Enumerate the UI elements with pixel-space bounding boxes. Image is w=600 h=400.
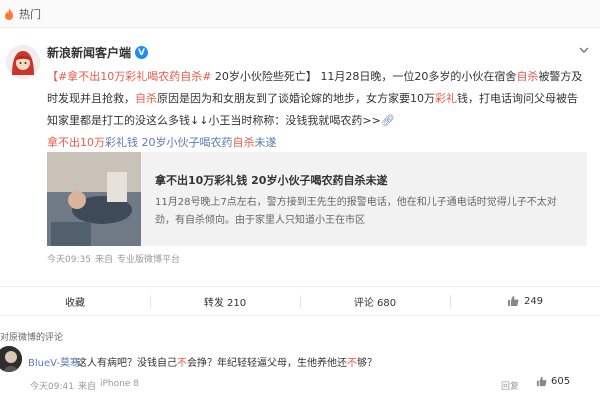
like-count: 249 (523, 295, 544, 307)
author-row: 新浪新闻客户端 V (47, 44, 149, 61)
comment-meta: 今天09:41 来自 iPhone 8 (30, 379, 143, 392)
comments-header: 对原微博的评论 (0, 333, 64, 343)
post-meta: 今天09:35 来自 专业版微博平台 (47, 252, 184, 265)
like-button[interactable]: 249 (450, 287, 600, 315)
keyword-highlight: 彩礼 (435, 92, 457, 105)
comment-source: iPhone 8 (99, 379, 139, 389)
hot-bar: 热门 (0, 0, 600, 28)
verified-icon: V (135, 46, 149, 59)
post-time[interactable]: 今天09:35 (47, 252, 91, 265)
post-via: 来自 (94, 255, 113, 265)
headline-text: 20岁小伙险些死亡】 (211, 70, 317, 83)
article-title: 拿不出10万彩礼钱 20岁小伙子喝农药自杀未遂 (155, 174, 388, 187)
article-thumbnail (47, 152, 141, 246)
post-source: 专业版微博平台 (116, 255, 180, 265)
chain-link-icon[interactable]: 🔗︎ (381, 114, 395, 127)
author-name[interactable]: 新浪新闻客户端 (47, 44, 131, 61)
comment-via: 来自 (77, 382, 96, 392)
comment-text: 这人有病吧？没钱自己不会挣？年纪轻轻逼父母，生他养他还不够？ (77, 358, 377, 369)
action-bar: 收藏 转发 210 评论 680 249 (0, 286, 600, 316)
article-card[interactable]: 拿不出10万彩礼钱 20岁小伙子喝农药自杀未遂 11月28号晚上7点左右，警方接… (47, 152, 587, 246)
comment-button[interactable]: 评论 680 (300, 287, 450, 315)
article-description: 11月28号晚上7点左右，警方接到王先生的报警电话，他在和儿子通电话时觉得儿子不… (155, 197, 557, 226)
post-content: 【#拿不出10万彩礼喝农药自杀# 20岁小伙险些死亡】 11月28日晚，一位20… (47, 66, 587, 154)
keyword-highlight: 自杀 (135, 92, 157, 105)
body-text-1: 11月28日晚，一位20多岁的小伙在宿舍 (320, 70, 517, 83)
comment-like-count: 605 (551, 376, 571, 387)
commenter-avatar[interactable] (0, 346, 22, 372)
thumbs-up-icon (536, 376, 547, 387)
thumbs-up-icon (507, 295, 519, 307)
body-text-3: 原因是因为和女朋友到了谈婚论嫁的地步，女方家要10万 (157, 92, 435, 105)
favorite-button[interactable]: 收藏 (0, 287, 150, 315)
hashtag-link[interactable]: 【#拿不出10万彩礼喝农药自杀# (47, 70, 211, 83)
author-avatar[interactable] (6, 45, 40, 79)
flame-icon (4, 7, 14, 20)
article-link[interactable]: 拿不出10万彩礼钱 20岁小伙子喝农药自杀未遂 (47, 136, 277, 149)
repost-button[interactable]: 转发 210 (150, 287, 300, 315)
comment-item: BlueV-莫寒: 这人有病吧？没钱自己不会挣？年纪轻轻逼父母，生他养他还不够？… (0, 346, 600, 400)
comment-time: 今天09:41 (30, 382, 74, 392)
chevron-down-icon[interactable] (576, 42, 592, 58)
keyword-highlight: 自杀 (516, 70, 539, 83)
hot-label: 热门 (19, 7, 41, 21)
commenter-name[interactable]: BlueV-莫寒: (28, 354, 83, 369)
reply-button[interactable]: 回复 (501, 379, 519, 392)
comment-like-button[interactable]: 605 (536, 376, 570, 387)
